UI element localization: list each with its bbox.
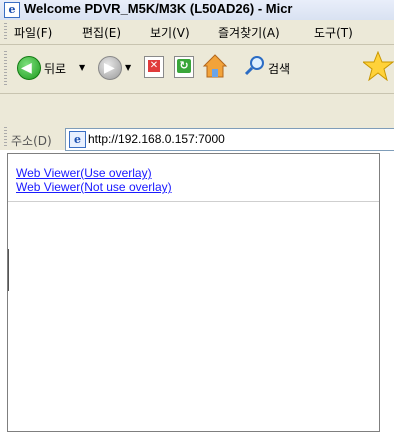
addressbar-grip[interactable] — [4, 127, 7, 147]
refresh-icon: ↻ — [177, 59, 191, 73]
forward-arrow-icon: ▶ — [104, 60, 115, 76]
back-label[interactable]: 뒤로 — [44, 60, 66, 77]
standard-toolbar: ◀ 뒤로 ▼ ▶ ▼ ✕ ↻ 검색 — [0, 45, 394, 94]
menu-favorites[interactable]: 즐겨찾기(A) — [218, 24, 280, 41]
stop-button[interactable]: ✕ — [144, 56, 164, 78]
address-url[interactable]: http://192.168.0.157:7000 — [88, 132, 225, 146]
toolbar-grip[interactable] — [4, 51, 7, 85]
menu-view[interactable]: 보기(V) — [150, 24, 190, 41]
forward-button[interactable]: ▶ — [98, 56, 122, 80]
window-title-bar[interactable]: e Welcome PDVR_M5K/M3K (L50AD26) - Micr — [0, 0, 394, 21]
menu-tools[interactable]: 도구(T) — [314, 24, 353, 41]
web-viewer-overlay-link[interactable]: Web Viewer(Use overlay) — [16, 166, 152, 180]
home-button[interactable] — [201, 52, 229, 80]
home-icon — [202, 54, 228, 78]
search-button[interactable] — [244, 54, 266, 76]
page-content: Web Viewer(Use overlay) Web Viewer(Not u… — [7, 153, 380, 432]
search-label[interactable]: 검색 — [268, 60, 290, 77]
back-dropdown-icon[interactable]: ▼ — [79, 63, 85, 72]
ie-icon: e — [4, 2, 20, 18]
menu-edit[interactable]: 편집(E) — [82, 24, 121, 41]
back-button[interactable]: ◀ — [17, 56, 41, 80]
menu-file[interactable]: 파일(F) — [14, 24, 52, 41]
page-icon: e — [69, 131, 86, 148]
address-input[interactable]: e http://192.168.0.157:7000 — [65, 128, 394, 151]
forward-dropdown-icon[interactable]: ▼ — [125, 63, 131, 72]
address-label: 주소(D) — [11, 134, 52, 148]
favorites-button[interactable] — [361, 50, 394, 82]
stop-icon: ✕ — [148, 60, 160, 72]
window-title: Welcome PDVR_M5K/M3K (L50AD26) - Micr — [24, 1, 293, 16]
web-viewer-no-overlay-link[interactable]: Web Viewer(Not use overlay) — [16, 180, 172, 194]
favorites-star-icon — [361, 50, 394, 82]
menubar-grip[interactable] — [4, 23, 7, 41]
refresh-button[interactable]: ↻ — [174, 56, 194, 78]
menu-bar: 파일(F) 편집(E) 보기(V) 즐겨찾기(A) 도구(T) — [0, 20, 394, 45]
search-icon — [244, 56, 264, 76]
back-arrow-icon: ◀ — [21, 60, 32, 76]
frame-edge-line — [8, 249, 9, 291]
frame-divider — [8, 201, 379, 202]
